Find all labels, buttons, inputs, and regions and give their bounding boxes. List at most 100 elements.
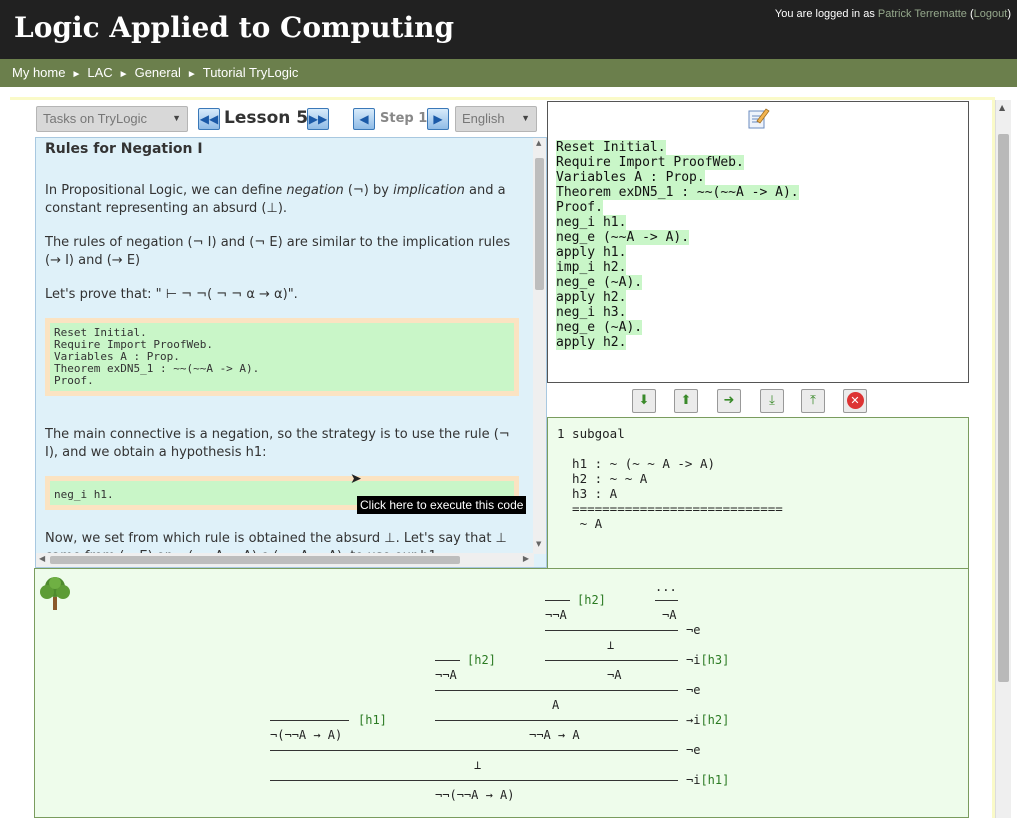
editor-line-text: Variables A : Prop. [556, 170, 705, 185]
tasks-select[interactable]: Tasks on TryLogic ▼ [36, 106, 188, 132]
proof-formula: ⊥ [474, 758, 482, 772]
step-backward-button[interactable]: ⬆ [674, 389, 698, 413]
executable-code-block[interactable]: Reset Initial. Require Import ProofWeb. … [45, 318, 519, 396]
proof-line [270, 720, 349, 721]
editor-line[interactable]: apply h1. [556, 245, 799, 260]
tasks-select-value: Tasks on TryLogic [43, 111, 148, 126]
editor-line-text: apply h1. [556, 245, 627, 260]
proof-line [435, 720, 678, 721]
lesson-vertical-scrollbar[interactable]: ▲ ▼ [533, 138, 546, 554]
editor-line-text: Reset Initial. [556, 140, 666, 155]
breadcrumb-lac[interactable]: LAC [87, 65, 112, 80]
editor-line[interactable]: neg_e (~~A -> A). [556, 230, 799, 245]
proof-editor[interactable]: Reset Initial. Require Import ProofWeb. Va… [547, 101, 969, 383]
proof-line [435, 690, 678, 691]
tooltip: Click here to execute this code [357, 496, 527, 514]
editor-code[interactable]: Reset Initial. Require Import ProofWeb. Va… [556, 140, 799, 350]
lesson-title: Rules for Negation I [45, 141, 203, 157]
breadcrumb-tutorial[interactable]: Tutorial TryLogic [203, 65, 299, 80]
proof-hyp-label: [h1] [358, 713, 387, 727]
proof-rule-label: ¬i[h1] [686, 773, 730, 787]
editor-line[interactable]: Reset Initial. [556, 140, 799, 155]
proof-formula: ⊥ [607, 638, 615, 652]
editor-line[interactable]: Variables A : Prop. [556, 170, 799, 185]
proof-hyp-label: [h2] [467, 653, 496, 667]
proof-rule-label: ¬e [686, 743, 701, 757]
to-start-button[interactable]: ⤒ [801, 389, 825, 413]
left-arrow-icon: ◀ [359, 112, 369, 126]
page-scrollbar-thumb[interactable] [998, 134, 1009, 682]
breadcrumb-home[interactable]: My home [12, 65, 65, 80]
chevron-down-icon: ▼ [521, 113, 530, 123]
scroll-right-icon[interactable]: ▶ [523, 554, 529, 563]
lesson-paragraph: The rules of negation (¬ I) and (¬ E) ar… [45, 235, 511, 268]
breadcrumb: My home ► LAC ► General ► Tutorial TryLogic [12, 65, 298, 80]
proof-rule-label: ¬i[h3] [686, 653, 730, 667]
proof-line [270, 780, 678, 781]
arrow-down-icon: ⬇ [638, 393, 650, 408]
editor-line-text: neg_i h1. [556, 215, 627, 230]
next-lesson-button[interactable]: ▶▶ [307, 108, 329, 130]
scroll-left-icon[interactable]: ◀ [39, 554, 45, 563]
editor-line[interactable]: Theorem exDN5_1 : ~~(~~A -> A). [556, 185, 799, 200]
proof-rule-label: ¬e [686, 623, 701, 637]
next-step-button[interactable]: ▶ [427, 108, 449, 130]
scroll-down-icon[interactable]: ▼ [536, 540, 541, 548]
scroll-up-icon[interactable]: ▲ [536, 139, 541, 147]
editor-line[interactable]: apply h2. [556, 335, 799, 350]
editor-line[interactable]: apply h2. [556, 290, 799, 305]
editor-line[interactable]: neg_i h1. [556, 215, 799, 230]
editor-line-text: Theorem exDN5_1 : ~~(~~A -> A). [556, 185, 799, 200]
logout-link[interactable]: Logout [974, 8, 1008, 20]
to-end-button[interactable]: ⤓ [760, 389, 784, 413]
user-link[interactable]: Patrick Terrematte [878, 8, 967, 20]
logout-close: ) [1007, 8, 1011, 20]
lesson-paragraph: Let's prove that: " ⊢ ¬ ¬( ¬ ¬ α → α)". [45, 287, 298, 302]
editor-line[interactable]: neg_e (~A). [556, 275, 799, 290]
editor-line-text: neg_i h3. [556, 305, 627, 320]
tree-icon[interactable] [39, 575, 71, 611]
double-right-arrow-icon: ▶▶ [308, 112, 328, 126]
site-title: Logic Applied to Computing [14, 11, 455, 44]
breadcrumb-general[interactable]: General [135, 65, 181, 80]
previous-step-button[interactable]: ◀ [353, 108, 375, 130]
editor-line-text: neg_e (~A). [556, 275, 643, 290]
scroll-up-icon[interactable]: ▲ [999, 103, 1005, 112]
goals-text: 1 subgoal h1 : ~ (~ ~ A -> A) h2 : ~ ~ A… [557, 426, 783, 531]
proof-formula: ¬(¬¬A → A) [270, 728, 343, 742]
previous-lesson-button[interactable]: ◀◀ [198, 108, 220, 130]
proof-dots: ... [655, 580, 677, 594]
lesson-hscrollbar-thumb[interactable] [50, 556, 460, 564]
lesson-scrollbar-thumb[interactable] [535, 158, 544, 290]
proof-rule-label: ¬e [686, 683, 701, 697]
stop-icon: ✕ [846, 392, 864, 409]
edit-document-icon[interactable] [746, 106, 770, 130]
goals-panel: 1 subgoal h1 : ~ (~ ~ A -> A) h2 : ~ ~ A… [547, 417, 969, 569]
proof-formula: ¬¬A [435, 668, 457, 682]
goto-cursor-button[interactable]: ➜ [717, 389, 741, 413]
stop-button[interactable]: ✕ [843, 389, 867, 413]
editor-line[interactable]: neg_e (~A). [556, 320, 799, 335]
proof-formula: A [552, 698, 560, 712]
editor-line-text: apply h2. [556, 335, 627, 350]
proof-rule-label: →i[h2] [686, 713, 730, 727]
code-snippet[interactable]: Reset Initial. Require Import ProofWeb. … [50, 323, 514, 391]
chevron-down-icon: ▼ [172, 113, 181, 123]
editor-line-text: neg_e (~~A -> A). [556, 230, 690, 245]
proof-line [435, 660, 460, 661]
editor-line[interactable]: neg_i h3. [556, 305, 799, 320]
proof-line [545, 600, 570, 601]
editor-line-text: neg_e (~A). [556, 320, 643, 335]
page-scrollbar[interactable]: ▲ [995, 100, 1011, 818]
language-select[interactable]: English ▼ [455, 106, 537, 132]
step-forward-button[interactable]: ⬇ [632, 389, 656, 413]
editor-line[interactable]: Proof. [556, 200, 799, 215]
language-select-value: English [462, 111, 505, 126]
editor-line[interactable]: Require Import ProofWeb. [556, 155, 799, 170]
editor-line[interactable]: imp_i h2. [556, 260, 799, 275]
login-info: You are logged in as Patrick Terrematte … [775, 8, 1011, 20]
proof-line [545, 630, 678, 631]
lesson-horizontal-scrollbar[interactable]: ◀ ▶ [36, 553, 534, 567]
to-end-icon: ⤓ [769, 393, 775, 408]
navbar: My home ► LAC ► General ► Tutorial TryLogic [0, 59, 1017, 87]
